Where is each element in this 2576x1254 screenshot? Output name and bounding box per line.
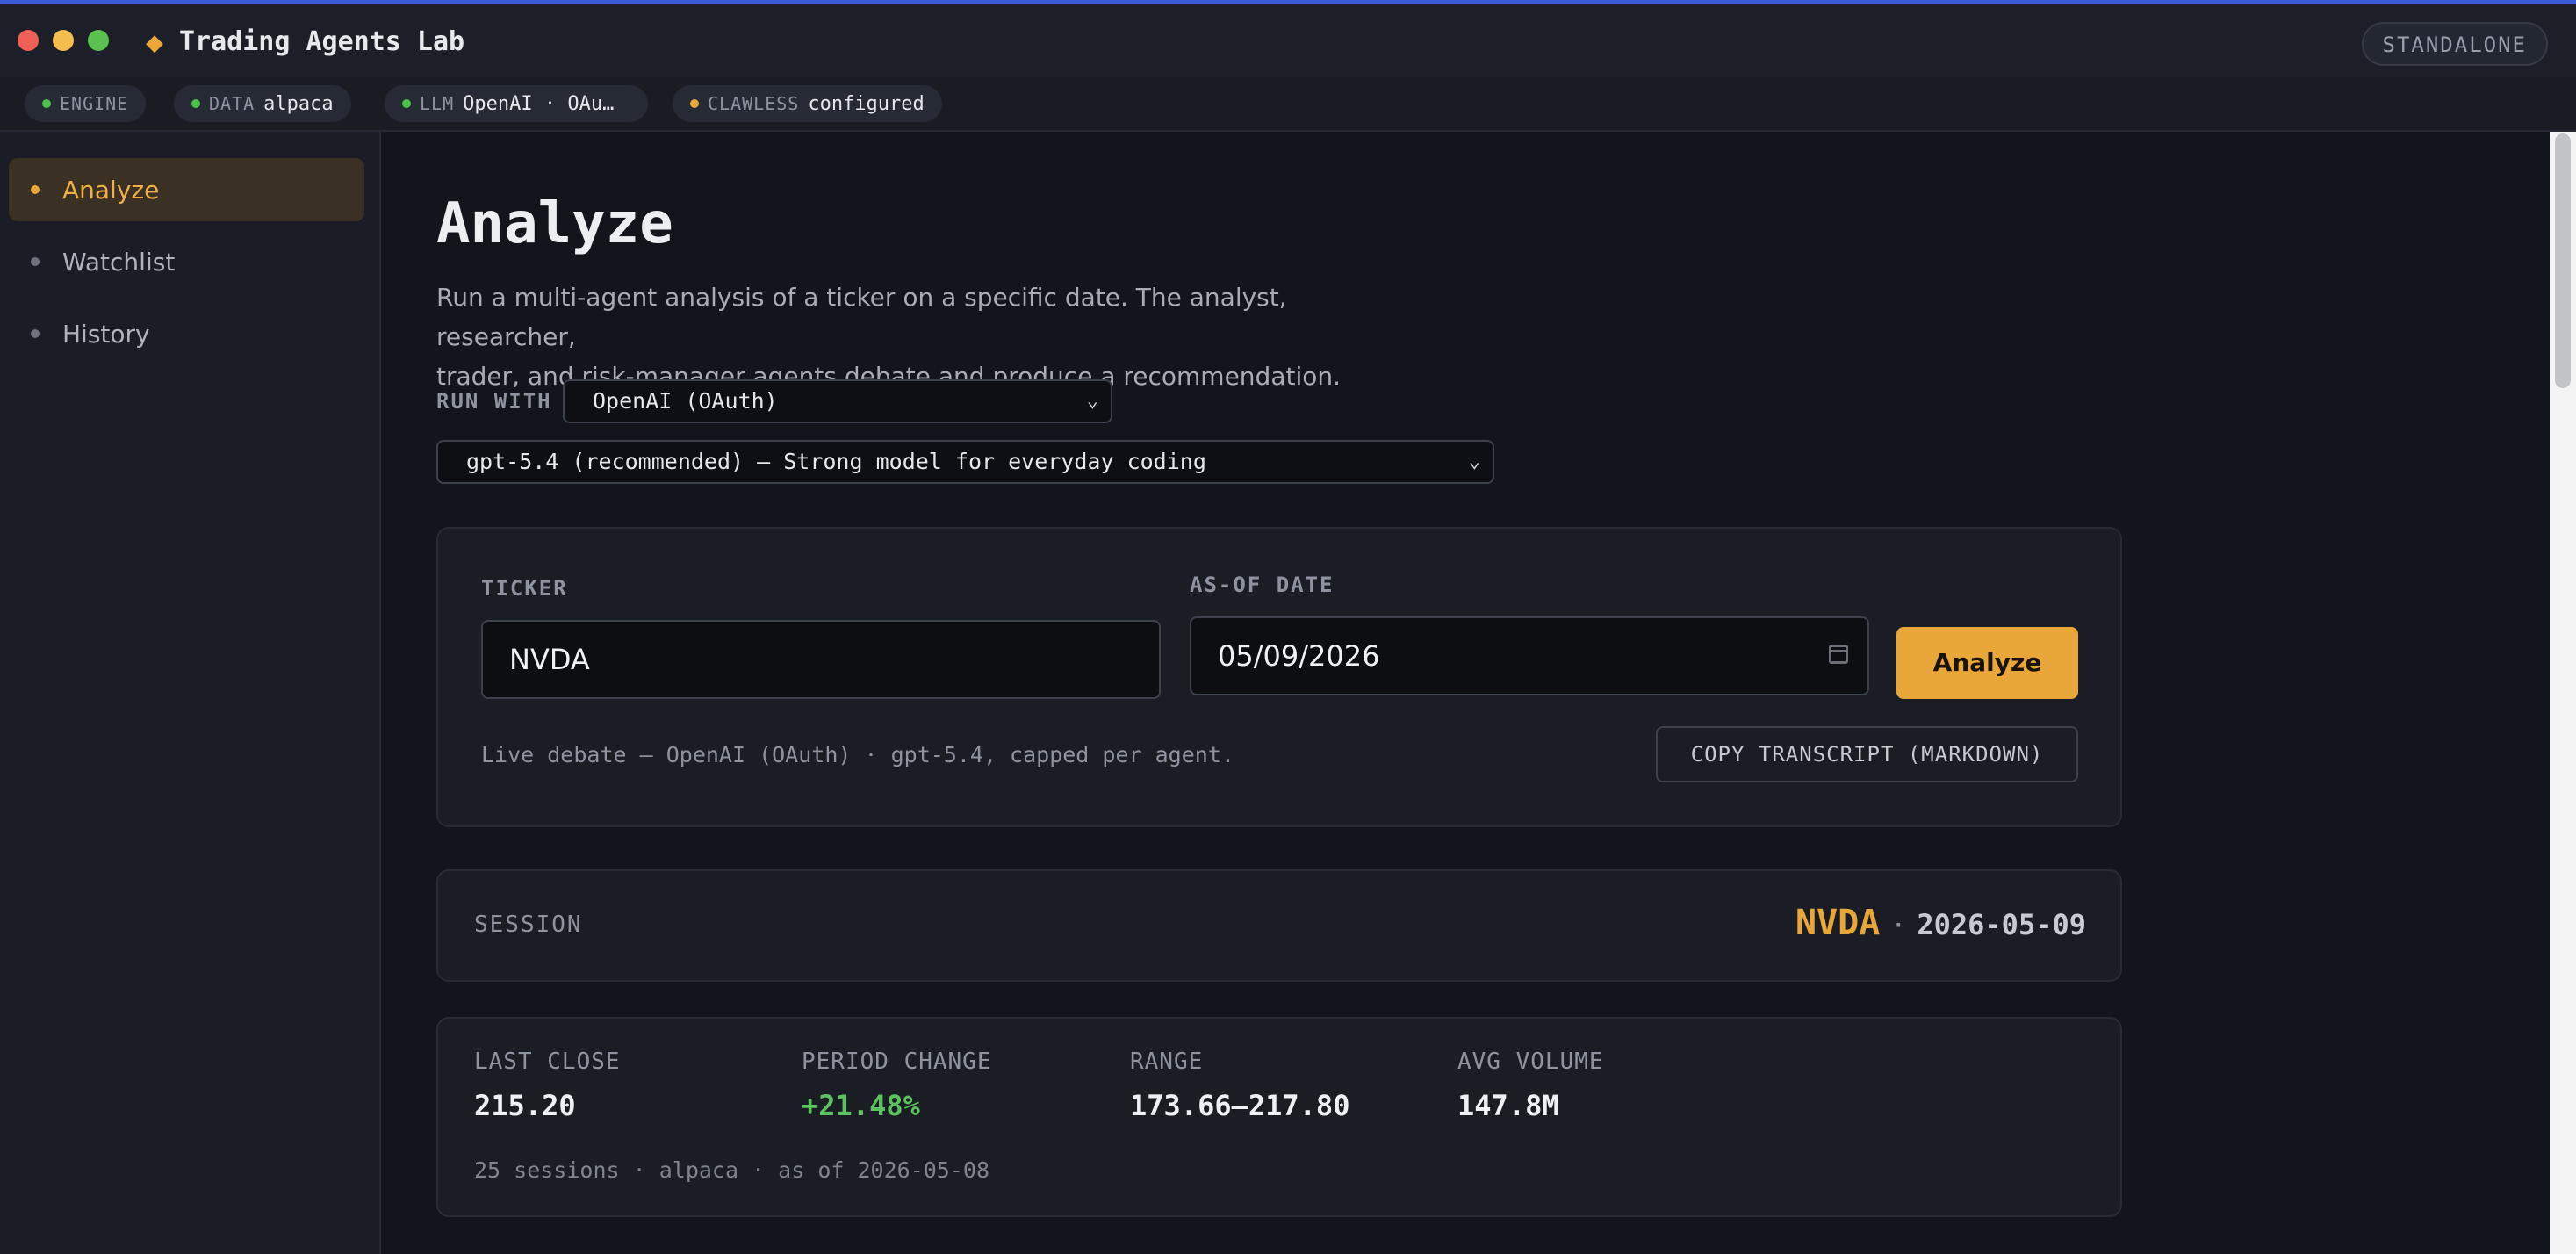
status-dot-icon: [690, 99, 699, 108]
period-change-value: +21.48%: [802, 1089, 920, 1122]
provider-select-value: OpenAI (OAuth): [593, 388, 778, 414]
status-key: DATA: [209, 93, 255, 114]
range-value: 173.66–217.80: [1130, 1089, 1350, 1122]
session-label: SESSION: [474, 912, 583, 938]
status-value: configured: [808, 92, 925, 115]
sidebar-item-label: Analyze: [62, 175, 160, 205]
sidebar-item-label: History: [62, 319, 150, 349]
last-close-label: LAST CLOSE: [474, 1049, 621, 1075]
sidebar-item-analyze[interactable]: Analyze: [9, 158, 364, 221]
sidebar-item-watchlist[interactable]: Watchlist: [9, 230, 364, 293]
model-select-value: gpt-5.4 (recommended) — Strong model for…: [466, 449, 1206, 474]
scrollbar-thumb[interactable]: [2555, 133, 2571, 388]
analyze-button[interactable]: Analyze: [1896, 627, 2078, 699]
app-title: Trading Agents Lab: [179, 26, 465, 57]
diamond-logo-icon: ◆: [146, 30, 163, 56]
status-dot-icon: [402, 99, 411, 108]
zoom-window-button[interactable]: [88, 30, 109, 51]
nav-dot-icon: [31, 185, 40, 194]
stats-footnote: 25 sessions · alpaca · as of 2026-05-08: [474, 1157, 989, 1183]
sidebar-item-label: Watchlist: [62, 247, 176, 277]
sidebar: Analyze Watchlist History: [0, 132, 381, 1254]
title-bar: ◆ Trading Agents Lab STANDALONE: [0, 0, 2576, 77]
model-select[interactable]: gpt-5.4 (recommended) — Strong model for…: [436, 440, 1494, 484]
ticker-input[interactable]: NVDA: [481, 620, 1161, 699]
page-description: Run a multi-agent analysis of a ticker o…: [436, 277, 1420, 396]
status-key: CLAWLESS: [708, 93, 800, 114]
sidebar-item-history[interactable]: History: [9, 302, 364, 365]
status-value: alpaca: [263, 92, 334, 115]
status-key: ENGINE: [60, 93, 129, 114]
ticker-label: TICKER: [481, 576, 568, 601]
session-ticker: NVDA: [1795, 903, 1881, 943]
chevron-down-icon: ⌄: [1086, 390, 1098, 412]
nav-dot-icon: [31, 257, 40, 266]
status-chip-llm: LLM OpenAI · OAu…: [385, 85, 648, 122]
debate-hint: Live debate — OpenAI (OAuth) · gpt-5.4, …: [481, 742, 1234, 768]
session-date: 2026-05-09: [1917, 908, 2086, 941]
run-with-label: RUN WITH: [436, 389, 552, 414]
status-chip-clawless: CLAWLESS configured: [673, 85, 942, 122]
status-key: LLM: [420, 93, 455, 114]
avg-volume-value: 147.8M: [1457, 1089, 1559, 1122]
status-dot-icon: [42, 99, 51, 108]
copy-transcript-button[interactable]: COPY TRANSCRIPT (MARKDOWN): [1656, 726, 2078, 782]
session-separator: ·: [1890, 911, 1907, 941]
close-window-button[interactable]: [18, 30, 39, 51]
status-value: OpenAI · OAu…: [463, 92, 615, 115]
page-title: Analyze: [436, 191, 673, 256]
provider-select[interactable]: OpenAI (OAuth) ⌄: [563, 379, 1112, 423]
avg-volume-label: AVG VOLUME: [1457, 1049, 1604, 1075]
mode-badge: STANDALONE: [2361, 22, 2548, 66]
range-label: RANGE: [1130, 1049, 1204, 1075]
last-close-value: 215.20: [474, 1089, 576, 1122]
status-chip-data: DATA alpaca: [174, 85, 351, 122]
status-bar: ENGINE DATA alpaca LLM OpenAI · OAu… CLA…: [0, 77, 2576, 132]
chevron-down-icon: ⌄: [1468, 450, 1480, 472]
minimize-window-button[interactable]: [53, 30, 74, 51]
status-chip-engine: ENGINE: [25, 85, 147, 122]
as-of-date-label: AS-OF DATE: [1190, 573, 1335, 597]
session-summary: NVDA · 2026-05-09: [1795, 903, 2086, 943]
ticker-input-value: NVDA: [509, 643, 590, 676]
calendar-icon[interactable]: [1829, 645, 1848, 664]
nav-dot-icon: [31, 329, 40, 338]
description-line: Run a multi-agent analysis of a ticker o…: [436, 283, 1287, 351]
date-input-value: 05/09/2026: [1218, 639, 1380, 673]
as-of-date-input[interactable]: 05/09/2026: [1190, 616, 1869, 695]
status-dot-icon: [191, 99, 200, 108]
period-change-label: PERIOD CHANGE: [802, 1049, 992, 1075]
